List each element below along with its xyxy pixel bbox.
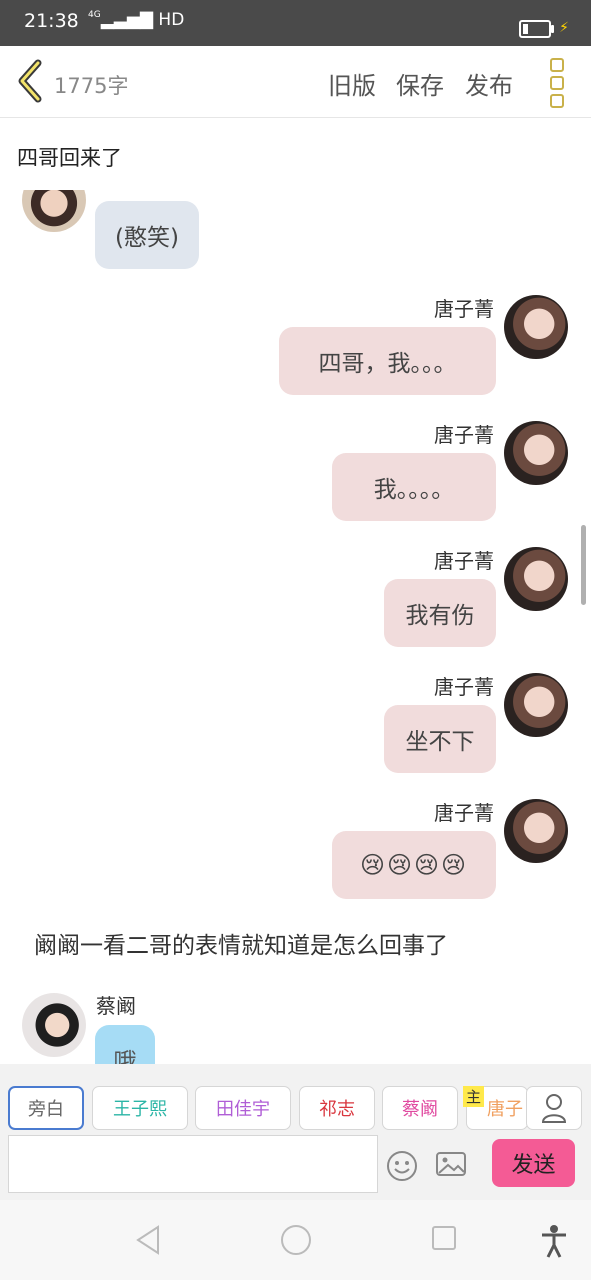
- message-bubble[interactable]: 我有伤: [384, 579, 496, 647]
- charging-icon: ⚡: [559, 20, 569, 36]
- message-bubble[interactable]: 哦: [95, 1025, 155, 1064]
- chevron-left-icon: [18, 59, 42, 103]
- scrollbar[interactable]: [581, 525, 586, 605]
- user-icon: [541, 1094, 567, 1123]
- role-button[interactable]: 蔡阚: [382, 1086, 458, 1130]
- sender-name: 唐子菁: [434, 675, 494, 699]
- narration-text[interactable]: 阚阚一看二哥的表情就知道是怎么回事了: [34, 926, 448, 960]
- role-button[interactable]: 祁志: [299, 1086, 375, 1130]
- accessibility-icon[interactable]: [540, 1224, 568, 1258]
- message-bubble[interactable]: (憨笑): [95, 201, 199, 269]
- system-nav-bar: [0, 1200, 591, 1280]
- emoji-button[interactable]: [386, 1150, 418, 1186]
- save-button[interactable]: 保存: [396, 66, 444, 101]
- status-bar: 21:38 4G▂▃▅▇ HD ⚡: [0, 0, 591, 46]
- add-role-button[interactable]: [526, 1086, 582, 1130]
- avatar[interactable]: [22, 190, 86, 232]
- role-button[interactable]: 王子熙: [92, 1086, 188, 1130]
- sender-name: 蔡阚: [96, 994, 136, 1018]
- compose-toolbar: 旁白 王子熙 田佳宇 祁志 蔡阚 唐子 主 发送: [0, 1064, 591, 1200]
- message-bubble[interactable]: 😢😢😢😢: [332, 831, 496, 899]
- signal-type: 4G: [88, 10, 101, 20]
- send-button[interactable]: 发送: [492, 1139, 575, 1187]
- chat-area[interactable]: (憨笑) 唐子菁 四哥，我。。。 唐子菁 我。。。。 唐子菁 我有伤 唐子菁 坐…: [0, 190, 591, 1064]
- sender-name: 唐子菁: [434, 549, 494, 573]
- old-version-button[interactable]: 旧版: [328, 66, 376, 101]
- publish-button[interactable]: 发布: [465, 66, 513, 101]
- smiley-icon: [387, 1151, 417, 1181]
- sender-name: 唐子菁: [434, 423, 494, 447]
- battery-icon: [519, 20, 554, 38]
- avatar[interactable]: [504, 421, 568, 485]
- word-count: 1775字: [54, 74, 129, 98]
- message-bubble[interactable]: 四哥，我。。。: [279, 327, 496, 395]
- image-button[interactable]: [435, 1150, 467, 1182]
- role-button[interactable]: 田佳宇: [195, 1086, 291, 1130]
- back-triangle-icon[interactable]: [134, 1224, 162, 1256]
- network-label: HD: [158, 10, 185, 30]
- role-label: 王子熙: [113, 1099, 167, 1120]
- more-menu-icon[interactable]: [550, 58, 566, 108]
- message-bubble[interactable]: 我。。。。: [332, 453, 496, 521]
- main-role-badge: 主: [463, 1086, 485, 1107]
- crying-face-icon: 😢😢😢😢: [359, 851, 469, 879]
- role-label: 祁志: [319, 1099, 355, 1120]
- role-label: 蔡阚: [402, 1099, 438, 1120]
- role-label: 旁白: [28, 1099, 64, 1120]
- back-button[interactable]: [14, 59, 48, 103]
- top-nav-bar: 1775字 旧版 保存 发布: [0, 46, 591, 118]
- message-bubble[interactable]: 坐不下: [384, 705, 496, 773]
- sender-name: 唐子菁: [434, 801, 494, 825]
- role-label: 田佳宇: [216, 1099, 270, 1120]
- status-time: 21:38: [24, 10, 79, 32]
- role-button-narrator[interactable]: 旁白: [8, 1086, 84, 1130]
- message-input[interactable]: [8, 1135, 378, 1193]
- avatar[interactable]: [504, 673, 568, 737]
- recent-apps-icon[interactable]: [430, 1224, 458, 1252]
- signal-icon: 4G▂▃▅▇ HD: [88, 10, 185, 30]
- role-label: 唐子: [487, 1099, 523, 1120]
- avatar[interactable]: [504, 295, 568, 359]
- sender-name: 唐子菁: [434, 297, 494, 321]
- avatar[interactable]: [22, 993, 86, 1057]
- avatar[interactable]: [504, 799, 568, 863]
- avatar[interactable]: [504, 547, 568, 611]
- chapter-title-bar[interactable]: 四哥回来了: [0, 118, 591, 191]
- chapter-title: 四哥回来了: [17, 146, 122, 170]
- home-circle-icon[interactable]: [280, 1224, 312, 1256]
- image-icon: [436, 1152, 466, 1176]
